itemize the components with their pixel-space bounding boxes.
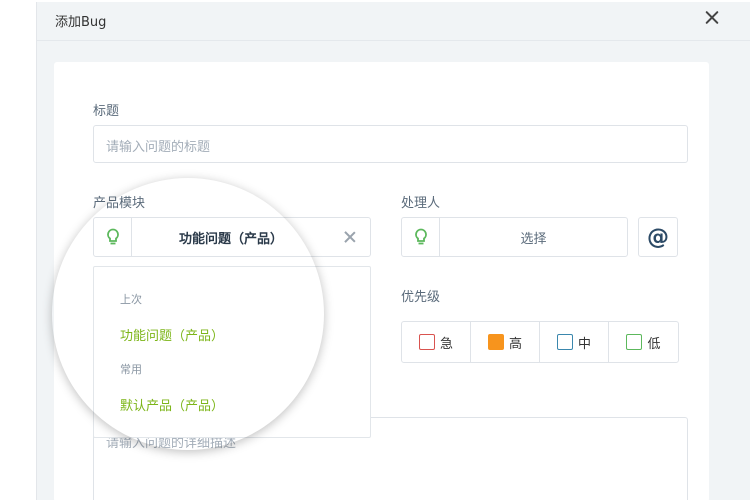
page-background: 添加Bug 标题 请输入问题的标题 产品模块 功能问题（产品） 处理人 选择 @ bbox=[0, 0, 750, 500]
title-placeholder: 请输入问题的标题 bbox=[106, 140, 211, 155]
dropdown-item-recent[interactable]: 功能问题（产品） bbox=[120, 325, 224, 344]
checkbox-icon bbox=[418, 334, 435, 350]
handler-select[interactable]: 选择 bbox=[401, 217, 628, 257]
dialog-title: 添加Bug bbox=[55, 15, 107, 30]
title-input[interactable]: 请输入问题的标题 bbox=[93, 125, 688, 163]
clear-icon[interactable] bbox=[344, 231, 356, 243]
header-divider bbox=[37, 40, 750, 41]
priority-medium[interactable]: 中 bbox=[540, 322, 609, 362]
mention-at-button[interactable]: @ bbox=[638, 217, 678, 257]
checkbox-icon bbox=[556, 334, 573, 350]
priority-low-label: 低 bbox=[647, 336, 661, 352]
module-dropdown: 上次 功能问题（产品） 常用 默认产品（产品） bbox=[93, 266, 371, 438]
dropdown-group-recent: 上次 bbox=[120, 293, 142, 306]
checkbox-checked-icon bbox=[487, 334, 504, 350]
module-label: 产品模块 bbox=[93, 196, 146, 211]
priority-low[interactable]: 低 bbox=[609, 322, 678, 362]
priority-high-label: 高 bbox=[508, 336, 522, 352]
lightbulb-icon bbox=[94, 218, 132, 256]
priority-label: 优先级 bbox=[401, 290, 441, 305]
priority-medium-label: 中 bbox=[577, 336, 591, 352]
close-icon[interactable] bbox=[702, 8, 722, 28]
lightbulb-icon bbox=[402, 218, 440, 256]
module-value: 功能问题（产品） bbox=[178, 231, 283, 247]
module-select[interactable]: 功能问题（产品） bbox=[93, 217, 371, 257]
priority-urgent-label: 急 bbox=[439, 336, 453, 352]
dropdown-group-common: 常用 bbox=[120, 363, 142, 376]
priority-high[interactable]: 高 bbox=[471, 322, 540, 362]
handler-select-text: 选择 bbox=[520, 231, 547, 247]
handler-label: 处理人 bbox=[401, 196, 441, 211]
checkbox-icon bbox=[626, 334, 643, 350]
priority-urgent[interactable]: 急 bbox=[402, 322, 471, 362]
title-label: 标题 bbox=[93, 104, 120, 119]
priority-group: 急 高 中 低 bbox=[401, 321, 679, 363]
dropdown-item-common[interactable]: 默认产品（产品） bbox=[120, 395, 224, 414]
